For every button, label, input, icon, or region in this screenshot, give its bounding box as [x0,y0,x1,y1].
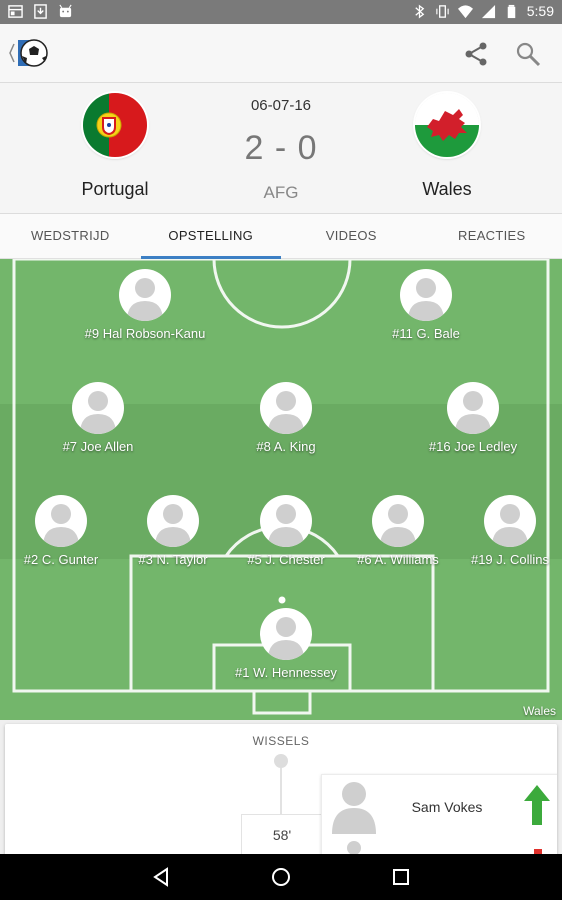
player-avatar-icon [332,782,376,834]
player-avatar-icon [260,382,312,434]
home-icon[interactable] [271,867,291,887]
match-header: Portugal 06-07-16 2 - 0 AFG Wales [0,83,562,214]
player-avatar-icon [484,495,536,547]
search-icon[interactable] [514,40,542,68]
player-token[interactable]: #11 G. Bale [351,269,501,341]
substitutions-title: WISSELS [252,734,310,748]
player-avatar-icon [72,382,124,434]
bluetooth-icon [415,4,425,18]
match-date: 06-07-16 [250,97,312,114]
match-score: 2 - 0 [244,129,318,167]
substitution-minute: 58' [241,814,323,856]
player-name: #16 Joe Ledley [428,439,518,454]
player-token[interactable]: #1 W. Hennessey [211,608,361,680]
vibrate-icon [436,4,449,18]
back-icon[interactable] [151,867,171,887]
download-icon [34,4,47,19]
timeline-dot [274,754,288,768]
match-status: AFG [263,183,299,202]
wifi-icon [457,4,473,18]
player-avatar-icon [260,608,312,660]
lineup-team-label: Wales [523,704,556,718]
player-token[interactable]: #8 A. King [211,382,361,454]
window-icon [8,5,23,18]
substitution-card[interactable]: Sam Vokes [321,774,557,864]
player-avatar-icon [400,269,452,321]
status-bar: 5:59 [0,0,562,24]
tab-videos[interactable]: VIDEOS [281,214,422,258]
player-avatar-icon [147,495,199,547]
portugal-flag-icon [83,93,147,157]
player-avatar-icon [119,269,171,321]
player-name: #11 G. Bale [392,326,460,341]
player-token[interactable]: #19 J. Collins [435,495,562,567]
cellular-icon [481,4,495,18]
android-icon [59,4,72,18]
app-bar [0,24,562,83]
player-name: #8 A. King [256,439,316,454]
away-team-name: Wales [422,179,472,199]
status-time: 5:59 [526,3,554,19]
navigation-bar [0,854,562,900]
arrow-up-icon [524,785,550,825]
player-name: #19 J. Collins [470,552,550,567]
player-avatar-icon [35,495,87,547]
lineup-pitch: #9 Hal Robson-Kanu #11 G. Bale #7 Joe Alle… [0,259,562,720]
timeline-line [280,768,282,816]
share-icon[interactable] [462,40,490,68]
tab-reacties[interactable]: REACTIES [422,214,562,258]
tab-wedstrijd[interactable]: WEDSTRIJD [0,214,141,258]
player-token[interactable]: #9 Hal Robson-Kanu [70,269,220,341]
home-team-name: Portugal [81,179,149,199]
substitution-player-in: Sam Vokes [411,799,483,815]
tab-opstelling[interactable]: OPSTELLING [140,214,282,259]
player-name: #7 Joe Allen [62,439,134,454]
player-token[interactable]: #7 Joe Allen [23,382,173,454]
tab-bar: WEDSTRIJD OPSTELLING VIDEOS REACTIES [0,214,562,259]
player-token[interactable]: #16 Joe Ledley [398,382,548,454]
recents-icon[interactable] [391,867,411,887]
player-name: #9 Hal Robson-Kanu [84,326,206,341]
substitutions-panel: WISSELS 58' Sam Vokes [5,724,557,864]
player-avatar-icon [260,495,312,547]
wales-flag-icon [415,93,479,157]
player-avatar-icon [447,382,499,434]
player-avatar-icon [372,495,424,547]
player-name: #1 W. Hennessey [235,665,337,680]
battery-icon [507,4,515,18]
app-logo[interactable] [8,34,52,72]
